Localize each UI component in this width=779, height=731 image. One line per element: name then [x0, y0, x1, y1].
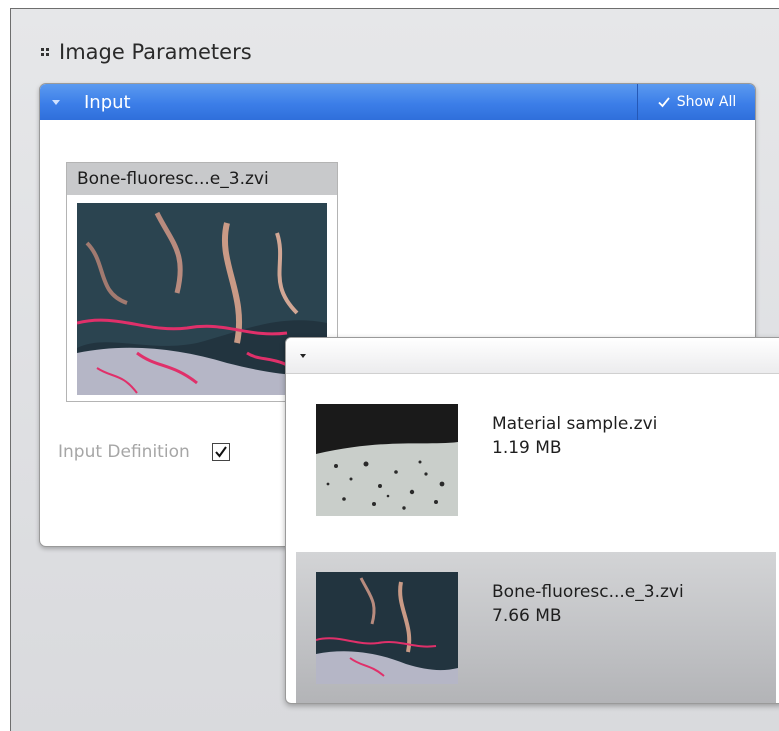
input-panel-header[interactable]: Input Show All	[40, 84, 755, 120]
section-title: Image Parameters	[59, 40, 252, 64]
dropdown-caret-icon[interactable]	[300, 354, 306, 358]
grip-icon	[41, 48, 49, 56]
workspace-canvas: Image Parameters Input Show All Bone-flu…	[10, 8, 779, 731]
dropdown-item-name: Material sample.zvi	[492, 414, 658, 434]
dropdown-item-size: 7.66 MB	[492, 606, 562, 626]
section-header: Image Parameters	[41, 35, 252, 69]
input-definition-row: Input Definition	[58, 442, 230, 462]
input-panel-title: Input	[84, 91, 131, 113]
dropdown-item-size: 1.19 MB	[492, 438, 562, 458]
show-all-label: Show All	[676, 94, 737, 110]
material-sample-thumbnail	[316, 404, 458, 516]
dropdown-item-bone-fluorescence[interactable]: Bone-fluoresc...e_3.zvi 7.66 MB	[296, 552, 776, 703]
input-definition-label: Input Definition	[58, 442, 190, 462]
collapse-caret-icon[interactable]	[52, 99, 60, 105]
selected-image-name: Bone-fluoresc...e_3.zvi	[67, 163, 337, 195]
check-icon	[658, 97, 670, 108]
bone-fluorescence-thumbnail-small	[316, 572, 458, 684]
input-definition-checkbox[interactable]	[211, 443, 230, 461]
image-dropdown: Material sample.zvi 1.19 MB Bone-fluores…	[285, 337, 779, 704]
checkmark-icon	[214, 446, 227, 458]
dropdown-item-name: Bone-fluoresc...e_3.zvi	[492, 582, 684, 602]
show-all-button[interactable]: Show All	[637, 84, 755, 120]
dropdown-header[interactable]	[286, 338, 779, 374]
dropdown-item-material-sample[interactable]: Material sample.zvi 1.19 MB	[296, 384, 776, 544]
